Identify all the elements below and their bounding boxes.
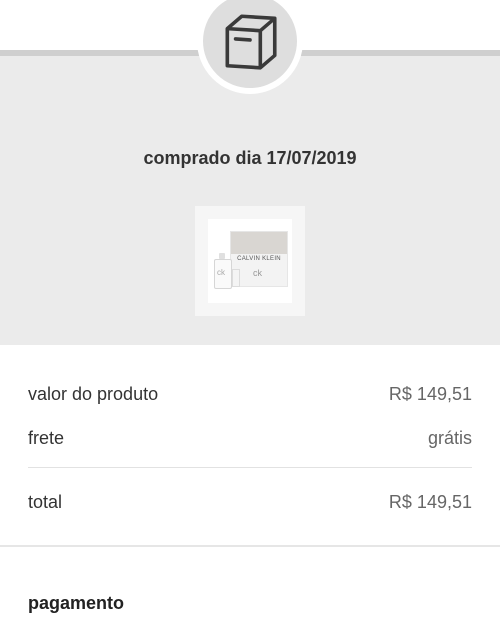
product-box-lid [231,232,287,254]
product-value-row: valor do produto R$ 149,51 [28,384,472,405]
total-value: R$ 149,51 [388,492,472,512]
shipping-label: frete [28,428,65,448]
mini-bottle [232,269,240,287]
product-thumbnail[interactable]: CALVIN KLEIN ck ck [195,206,305,316]
product-value: R$ 149,51 [388,384,472,404]
payment-section-title: pagamento [28,593,125,613]
shipping-value: grátis [427,428,472,448]
section-divider [0,545,500,547]
product-image: CALVIN KLEIN ck ck [208,219,292,303]
summary-divider [28,467,472,468]
purchase-date: comprado dia 17/07/2019 [143,148,357,168]
total-row: total R$ 149,51 [28,492,472,513]
product-brand: CALVIN KLEIN [237,256,281,262]
bottle-mark: ck [217,268,225,277]
product-box-mark: ck [253,268,262,278]
total-label: total [28,492,63,512]
perfume-bottle: ck [214,259,232,289]
product-value-label: valor do produto [28,384,159,404]
package-icon [225,14,277,70]
order-detail-page: comprado dia 17/07/2019 CALVIN KLEIN ck … [0,0,500,624]
shipping-row: frete grátis [28,428,472,449]
